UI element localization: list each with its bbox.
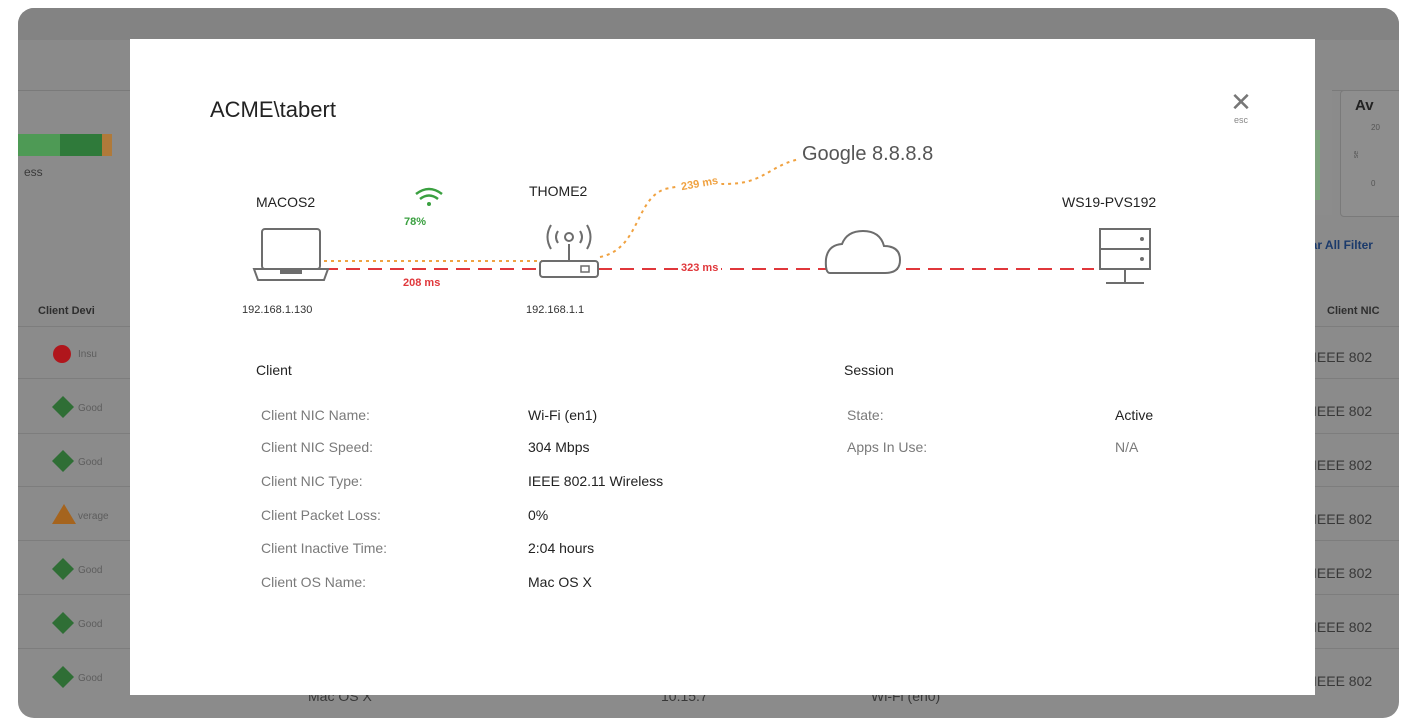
apps-in-use-value: N/A [1115, 439, 1139, 455]
router-ip: 192.168.1.1 [526, 304, 585, 316]
average-card-title: Av [1355, 97, 1374, 114]
server-name: WS19-PVS192 [1062, 194, 1157, 210]
session-state-value: Active [1115, 407, 1154, 423]
client-ip: 192.168.1.130 [242, 304, 313, 316]
router-google-link [599, 158, 801, 258]
status-label: ess [24, 165, 43, 179]
green-diamond-icon [52, 396, 74, 423]
client-nic-type-label: Client NIC Type: [261, 473, 363, 489]
router-icon [539, 224, 599, 278]
session-state-label: State: [847, 407, 884, 423]
client-nic-speed-label: Client NIC Speed: [261, 439, 374, 455]
session-section-title: Session [844, 362, 894, 378]
orange-triangle-icon [52, 504, 76, 529]
average-tick-bottom: 0 [1371, 179, 1376, 188]
client-nic-name-label: Client NIC Name: [261, 407, 370, 423]
green-diamond-icon [52, 666, 74, 693]
client-nic-header: Client NIC [1327, 305, 1380, 317]
background-top-bar [18, 8, 1399, 40]
client-os-name-value: Mac OS X [528, 574, 592, 590]
client-section-title: Client [256, 362, 292, 378]
client-inactive-time-value: 2:04 hours [528, 540, 595, 556]
client-device-name: MACOS2 [256, 194, 316, 210]
green-diamond-icon [52, 612, 74, 639]
average-axis-label: se [1353, 150, 1361, 159]
client-nic-name-value: Wi-Fi (en1) [528, 407, 598, 423]
client-os-name-label: Client OS Name: [261, 574, 367, 590]
server-icon [1099, 228, 1151, 284]
wifi-signal-strength: 78% [404, 216, 427, 228]
green-diamond-icon [52, 558, 74, 585]
average-card[interactable]: Av 20 0 se [1340, 90, 1399, 217]
green-diamond-icon [52, 450, 74, 477]
apps-in-use-label: Apps In Use: [847, 439, 928, 455]
client-device-header: Client Devi [38, 305, 95, 317]
client-nic-speed-value: 304 Mbps [528, 439, 590, 455]
client-nic-type-value: IEEE 802.11 Wireless [528, 473, 664, 489]
session-details-modal: ACME\tabert ✕ esc MACOS2 78% THOME2 Goog… [130, 39, 1315, 695]
cloud-icon [824, 229, 902, 274]
app-window: ess 7 Av 20 0 se Clear All Filter Client… [18, 8, 1399, 718]
client-inactive-time-label: Client Inactive Time: [261, 540, 388, 556]
average-tick-top: 20 [1371, 123, 1380, 132]
red-circle-icon [52, 344, 72, 369]
client-packet-loss-label: Client Packet Loss: [261, 507, 381, 523]
router-name: THOME2 [529, 183, 588, 199]
wifi-icon [415, 187, 443, 206]
laptop-icon [252, 228, 330, 281]
network-topology: MACOS2 78% THOME2 Google 8.8.8.8 WS19-PV… [130, 39, 1315, 359]
router-server-latency: 323 ms [678, 262, 722, 274]
google-endpoint-label: Google 8.8.8.8 [802, 143, 934, 165]
client-router-latency: 208 ms [400, 277, 444, 289]
client-packet-loss-value: 0% [528, 507, 549, 523]
